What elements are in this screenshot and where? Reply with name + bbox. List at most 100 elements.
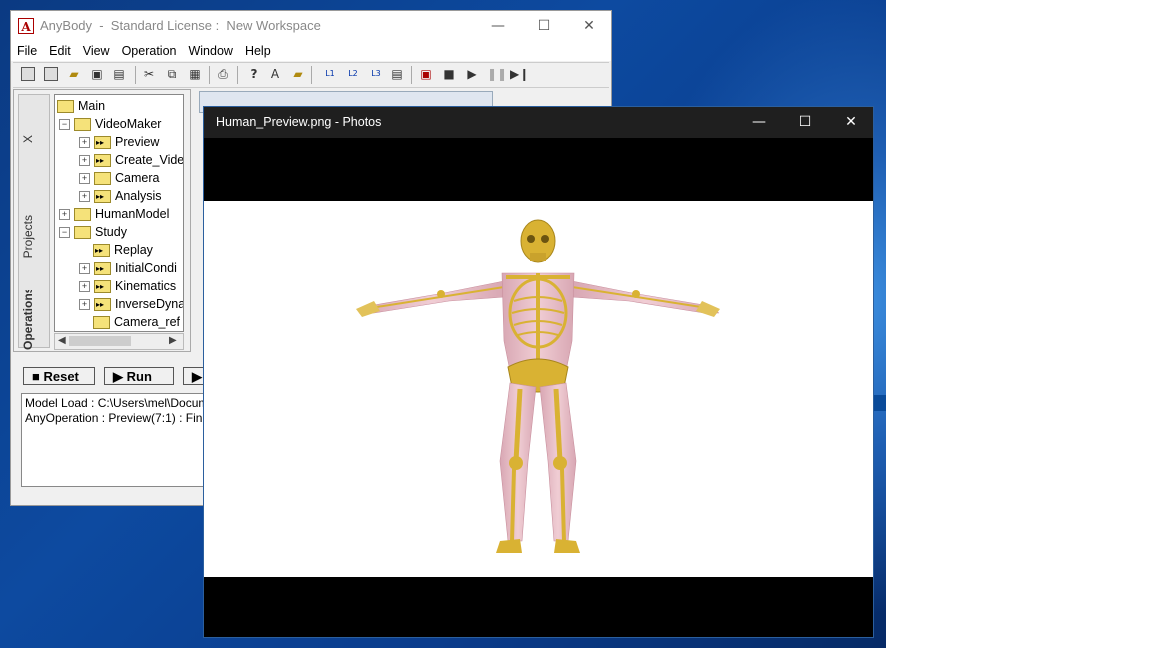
tree-horizontal-scrollbar[interactable]: ◀ ▶	[54, 333, 184, 350]
tree-node-replay[interactable]: Replay	[93, 241, 153, 260]
close-tab-icon[interactable]: X	[21, 135, 35, 143]
play-icon[interactable]: ▶	[464, 66, 480, 82]
help-icon[interactable]: ?	[246, 66, 262, 82]
menu-file[interactable]: File	[11, 41, 43, 61]
operation-folder-icon	[94, 152, 111, 170]
anybody-window-title: AnyBody - Standard License : New Workspa…	[40, 18, 321, 33]
vertical-tabs: X Projects Operations	[18, 94, 50, 350]
photos-window: Human_Preview.png - Photos — ☐ ✕	[203, 106, 874, 638]
tree-node-preview[interactable]: +Preview	[79, 133, 159, 152]
save-icon[interactable]: ▣	[89, 66, 105, 82]
toolbar-separator	[411, 66, 412, 84]
menu-view[interactable]: View	[77, 41, 116, 61]
new-file-icon[interactable]	[21, 67, 35, 81]
scroll-thumb[interactable]	[69, 336, 131, 346]
operations-tree: Main −VideoMaker +Preview +Create_Vide +…	[54, 94, 184, 332]
log-line: AnyOperation : Preview(7:1) : Finis	[25, 411, 212, 425]
toolbar-separator	[209, 66, 210, 84]
operation-folder-icon	[94, 278, 111, 296]
print-icon[interactable]: ⎙	[215, 66, 231, 82]
tree-node-main[interactable]: Main	[57, 97, 105, 115]
scroll-left-icon[interactable]: ◀	[58, 334, 66, 348]
tree-node-create-video[interactable]: +Create_Vide	[79, 151, 183, 170]
project-panel: X Projects Operations Main − VideoMaker +…	[13, 89, 191, 352]
folder-icon	[94, 172, 111, 186]
load-l3-icon[interactable]: L3	[366, 66, 386, 82]
anybody-title-bar[interactable]: A AnyBody - Standard License : New Works…	[11, 11, 611, 41]
expand-icon[interactable]: +	[79, 281, 90, 293]
browse-icon[interactable]: ▰	[290, 66, 306, 82]
menu-edit[interactable]: Edit	[43, 41, 77, 61]
tab-operations[interactable]: Operations	[21, 290, 35, 350]
load-l2-icon[interactable]: L2	[343, 66, 363, 82]
model-view-icon[interactable]: ▤	[389, 66, 405, 82]
menu-window[interactable]: Window	[182, 41, 238, 61]
tree-node-camera-ref[interactable]: Camera_ref	[93, 313, 180, 331]
tree-node-humanmodel[interactable]: + HumanModel	[59, 205, 169, 223]
expand-icon[interactable]: +	[79, 191, 90, 203]
operation-folder-icon	[94, 134, 111, 152]
cut-icon[interactable]: ✂	[141, 66, 157, 82]
collapse-icon[interactable]: −	[59, 119, 70, 131]
folder-icon	[93, 316, 110, 330]
copy-icon[interactable]: ⧉	[164, 66, 180, 82]
folder-icon	[74, 208, 91, 222]
find-icon[interactable]: A	[267, 66, 283, 82]
save-all-icon[interactable]: ▤	[111, 66, 127, 82]
toolbar-separator	[237, 66, 238, 84]
expand-icon[interactable]: +	[79, 263, 90, 275]
tree-node-initialconditions[interactable]: +InitialCondi	[79, 259, 177, 278]
toolbar: ▰ ▣ ▤ ✂ ⧉ ▦ ⎙ ? A ▰ L1 L2 L3 ▤ ▣ ■ ▶ ❚❚ …	[13, 62, 609, 88]
expand-icon[interactable]: +	[79, 299, 90, 311]
expand-icon[interactable]: +	[59, 209, 70, 221]
new-include-icon[interactable]	[44, 67, 58, 81]
photos-title-bar[interactable]: Human_Preview.png - Photos — ☐ ✕	[204, 107, 873, 138]
tree-node-study[interactable]: − Study	[59, 223, 127, 241]
log-line: Model Load : C:\Users\mel\Docum	[25, 396, 209, 410]
tree-node-camera[interactable]: + Camera	[79, 169, 159, 187]
image-canvas[interactable]	[204, 201, 873, 577]
skeleton-image	[356, 219, 720, 553]
expand-icon[interactable]: +	[79, 173, 90, 185]
paste-icon[interactable]: ▦	[187, 66, 203, 82]
menu-operation[interactable]: Operation	[116, 41, 183, 61]
tree-node-analysis[interactable]: +Analysis	[79, 187, 162, 206]
menu-help[interactable]: Help	[239, 41, 277, 61]
stop-icon[interactable]: ■	[441, 66, 457, 82]
minimize-button[interactable]: —	[475, 11, 521, 41]
photos-close-button[interactable]: ✕	[828, 107, 874, 138]
scroll-right-icon[interactable]: ▶	[169, 334, 177, 348]
folder-icon	[57, 100, 74, 114]
run-button[interactable]: ▶ Run	[104, 367, 174, 385]
folder-icon	[74, 118, 91, 132]
load-l1-icon[interactable]: L1	[320, 66, 340, 82]
tree-node-inversedynamics[interactable]: +InverseDyna	[79, 295, 183, 314]
photos-window-title: Human_Preview.png - Photos	[216, 115, 382, 129]
reset-button[interactable]: ■ Reset	[23, 367, 95, 385]
tree-node-videomaker[interactable]: − VideoMaker	[59, 115, 161, 133]
reload-icon[interactable]: ▣	[418, 66, 434, 82]
collapse-icon[interactable]: −	[59, 227, 70, 239]
toolbar-separator	[135, 66, 136, 84]
blank-area	[886, 0, 1152, 648]
folder-icon	[74, 226, 91, 240]
tab-projects[interactable]: Projects	[21, 215, 35, 258]
operation-folder-icon	[94, 260, 111, 278]
photos-maximize-button[interactable]: ☐	[782, 107, 828, 138]
operation-folder-icon	[94, 296, 111, 314]
close-button[interactable]: ✕	[566, 11, 612, 41]
expand-icon[interactable]: +	[79, 137, 90, 149]
tree-node-kinematics[interactable]: +Kinematics	[79, 277, 176, 296]
message-log: Model Load : C:\Users\mel\Docum AnyOpera…	[21, 393, 223, 487]
operation-folder-icon	[94, 188, 111, 206]
toolbar-separator	[311, 66, 312, 84]
open-folder-icon[interactable]: ▰	[66, 66, 82, 82]
operation-folder-icon	[93, 242, 110, 260]
maximize-button[interactable]: ☐	[521, 11, 567, 41]
anybody-logo-icon: A	[18, 18, 34, 34]
step-icon[interactable]: ▶❙	[510, 66, 529, 82]
photos-minimize-button[interactable]: —	[736, 107, 782, 138]
menu-bar: File Edit View Operation Window Help	[11, 41, 611, 61]
pause-icon[interactable]: ❚❚	[487, 66, 507, 82]
expand-icon[interactable]: +	[79, 155, 90, 167]
